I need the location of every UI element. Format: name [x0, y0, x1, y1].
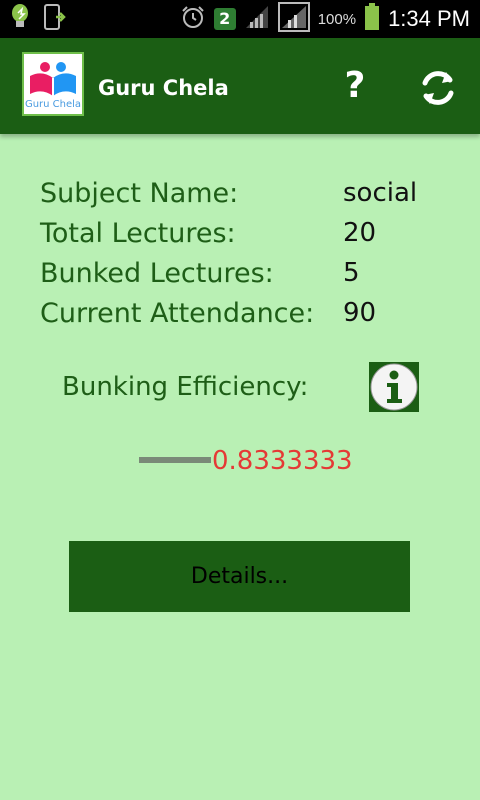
- total-lectures-value: 20: [343, 218, 377, 248]
- bunked-lectures-label: Bunked Lectures:: [40, 258, 274, 289]
- clock: 1:34 PM: [388, 6, 470, 31]
- signal-icon: [244, 4, 270, 34]
- refresh-icon: [422, 71, 454, 105]
- attendance-label: Current Attendance:: [40, 298, 315, 329]
- refresh-button[interactable]: [416, 66, 460, 110]
- action-bar: Guru Chela Guru Chela ?: [0, 38, 480, 134]
- attendance-row: Current Attendance: 90: [40, 298, 460, 334]
- bulb-icon: [8, 3, 32, 35]
- bunked-lectures-row: Bunked Lectures: 5: [40, 258, 460, 294]
- status-bar: 2 100% 1:34 PM: [0, 0, 480, 38]
- bunking-efficiency-value: 0.8333333: [212, 446, 353, 476]
- total-lectures-row: Total Lectures: 20: [40, 218, 460, 254]
- book-logo-icon: [30, 62, 76, 96]
- signal-icon-secondary: [277, 2, 310, 36]
- info-button[interactable]: [369, 362, 419, 412]
- attendance-value: 90: [343, 298, 377, 328]
- bunked-lectures-value: 5: [343, 258, 360, 288]
- app-logo: Guru Chela: [22, 52, 84, 116]
- subject-value: social: [343, 178, 418, 208]
- status-bar-left: [8, 4, 68, 34]
- battery-icon: [364, 3, 380, 35]
- download-phone-icon: [42, 3, 68, 35]
- app-title: Guru Chela: [98, 76, 229, 100]
- efficiency-bar: [139, 457, 211, 463]
- alarm-icon: [180, 4, 206, 34]
- total-lectures-label: Total Lectures:: [40, 218, 236, 249]
- help-button[interactable]: ?: [335, 64, 375, 108]
- bunking-efficiency-label: Bunking Efficiency:: [62, 372, 309, 402]
- subject-row: Subject Name: social: [40, 178, 460, 214]
- details-button[interactable]: Details...: [69, 541, 410, 612]
- status-bar-right: 2 100% 1:34 PM: [180, 2, 470, 36]
- logo-text: Guru Chela: [24, 99, 82, 110]
- battery-percent: 100%: [317, 10, 357, 28]
- info-icon: [370, 363, 418, 411]
- subject-label: Subject Name:: [40, 178, 239, 209]
- notification-badge: 2: [213, 8, 236, 30]
